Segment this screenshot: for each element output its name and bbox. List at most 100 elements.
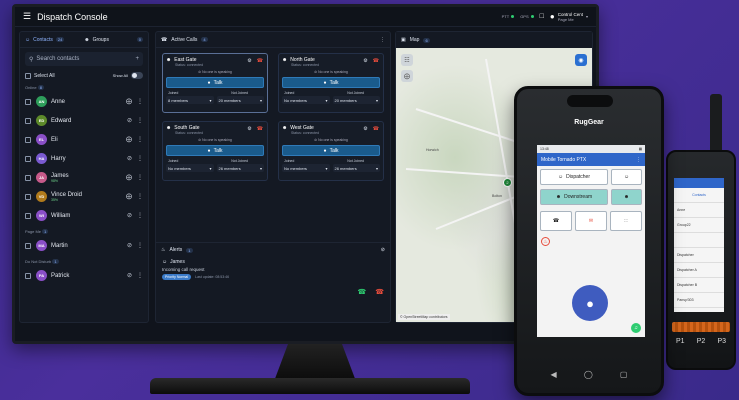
not-joined-members-select[interactable]: 26 members ▾ bbox=[216, 164, 264, 172]
end-call-icon[interactable]: ☎ bbox=[373, 58, 379, 64]
end-call-icon[interactable]: ☎ bbox=[373, 126, 379, 132]
radio-contact-row[interactable]: Dispatcher bbox=[674, 248, 724, 263]
clear-alerts-icon[interactable]: ⊘ bbox=[381, 247, 385, 253]
search-input[interactable]: ⚲ Search contacts + bbox=[25, 52, 143, 66]
chat-icon[interactable]: □ bbox=[540, 13, 544, 20]
call-card[interactable]: ☻ West Gate Status: connected ⚙ ☎ ⊘ No one is… bbox=[278, 121, 384, 181]
not-joined-members-select[interactable]: 26 members ▾ bbox=[332, 164, 380, 172]
keypad-button[interactable]: ∷ bbox=[610, 211, 642, 231]
call-card[interactable]: ☻ East Gate Status: connected ⚙ ☎ ⊘ No one is… bbox=[162, 53, 268, 113]
key-p3[interactable]: P3 bbox=[717, 338, 726, 345]
select-all-checkbox[interactable]: Select All bbox=[25, 72, 55, 79]
downstream-group-button[interactable]: ☻ bbox=[611, 189, 642, 205]
not-joined-members-select[interactable]: 20 members ▾ bbox=[332, 96, 380, 104]
joined-members-select[interactable]: No members ▾ bbox=[282, 96, 330, 104]
contact-checkbox[interactable] bbox=[25, 117, 31, 124]
home-icon[interactable]: ◯ bbox=[584, 370, 593, 379]
key-p1[interactable]: P1 bbox=[676, 338, 685, 345]
contact-row[interactable]: MA Martin ⊘ ⋮ bbox=[20, 236, 148, 255]
talk-button[interactable]: ● Talk bbox=[282, 77, 380, 88]
menu-icon[interactable]: ☰ bbox=[23, 11, 31, 22]
phone-more-icon[interactable]: ⋮ bbox=[636, 157, 641, 163]
contact-checkbox[interactable] bbox=[25, 174, 31, 181]
speaker-icon[interactable]: ♫ bbox=[631, 323, 641, 333]
contact-row[interactable]: WI William ⊘ ⋮ bbox=[20, 206, 148, 225]
location-icon[interactable]: ⨁ bbox=[126, 193, 132, 200]
back-icon[interactable]: ◀ bbox=[551, 370, 557, 379]
key-p2[interactable]: P2 bbox=[697, 338, 706, 345]
contact-row[interactable]: ED Edward ⊘ ⋮ bbox=[20, 111, 148, 130]
end-call-icon[interactable]: ☎ bbox=[257, 126, 263, 132]
contact-row[interactable]: HA Harry ⊘ ⋮ bbox=[20, 149, 148, 168]
more-icon[interactable]: ⋮ bbox=[137, 272, 143, 279]
add-contact-icon[interactable]: + bbox=[135, 56, 139, 62]
more-icon[interactable]: ⋮ bbox=[380, 37, 385, 43]
end-call-icon[interactable]: ☎ bbox=[257, 58, 263, 64]
show-all-toggle[interactable]: Show All bbox=[113, 72, 143, 79]
dispatcher-contact-button[interactable]: ☺ bbox=[611, 169, 642, 185]
call-log-button[interactable]: ☎ bbox=[540, 211, 572, 231]
location-icon[interactable]: ⨁ bbox=[126, 136, 132, 143]
messages-button[interactable]: ✉ bbox=[575, 211, 607, 231]
user-menu[interactable]: ● Control Cent Page Me ▾ bbox=[550, 12, 588, 22]
contact-checkbox[interactable] bbox=[25, 136, 31, 143]
radio-contact-row[interactable]: Group22 bbox=[674, 218, 724, 233]
more-icon[interactable]: ⋮ bbox=[137, 117, 143, 124]
dispatcher-button[interactable]: ☺ Dispatcher bbox=[540, 169, 608, 185]
tab-groups[interactable]: ☻ Groups bbox=[84, 37, 109, 43]
talk-button[interactable]: ● Talk bbox=[282, 145, 380, 156]
call-card[interactable]: ☻ North Gate Status: connected ⚙ ☎ ⊘ No one i… bbox=[278, 53, 384, 113]
radio-contact-row[interactable]: Dispatcher B bbox=[674, 278, 724, 293]
more-icon[interactable]: ⋮ bbox=[137, 193, 143, 200]
ptt-mic-button[interactable]: ● bbox=[572, 285, 608, 321]
talk-button[interactable]: ● Talk bbox=[166, 77, 264, 88]
radio-contact-row[interactable]: Anne bbox=[674, 203, 724, 218]
contact-row[interactable]: PA Patrick ⊘ ⋮ bbox=[20, 266, 148, 285]
map-locate-button[interactable]: ⨁ bbox=[401, 70, 413, 82]
tab-contacts[interactable]: ☺ Contacts 24 bbox=[25, 37, 65, 43]
more-icon[interactable]: ⋮ bbox=[137, 155, 143, 162]
contact-checkbox[interactable] bbox=[25, 98, 31, 105]
contact-checkbox[interactable] bbox=[25, 242, 31, 249]
radio-tab-contacts[interactable]: Contacts bbox=[674, 188, 724, 203]
radio-contact-row[interactable]: Pansy/303 bbox=[674, 293, 724, 308]
contact-checkbox[interactable] bbox=[25, 212, 31, 219]
joined-members-select[interactable]: No members ▾ bbox=[282, 164, 330, 172]
not-joined-members-select[interactable]: 20 members ▾ bbox=[216, 96, 264, 104]
reject-call-icon[interactable]: ☎ bbox=[375, 288, 384, 296]
contact-row[interactable]: JA James 98% ⨁ ⋮ bbox=[20, 168, 148, 187]
contact-checkbox[interactable] bbox=[25, 155, 31, 162]
alert-bell-icon[interactable]: ♨ bbox=[541, 237, 550, 246]
map-marker[interactable]: 2 bbox=[503, 178, 512, 187]
map-pin-button[interactable]: ◉ bbox=[575, 54, 587, 66]
active-calls-title: Active Calls bbox=[171, 36, 198, 43]
settings-icon[interactable]: ⚙ bbox=[247, 126, 251, 132]
settings-icon[interactable]: ⚙ bbox=[363, 58, 367, 64]
joined-members-select[interactable]: 8 members ▾ bbox=[166, 96, 214, 104]
settings-icon[interactable]: ⚙ bbox=[363, 126, 367, 132]
joined-members-select[interactable]: No members ▾ bbox=[166, 164, 214, 172]
radio-contact-row[interactable] bbox=[674, 233, 724, 248]
contact-row[interactable]: VD Vince Droid 35% ⨁ ⋮ bbox=[20, 187, 148, 206]
contact-checkbox[interactable] bbox=[25, 272, 31, 279]
radio-contact-row[interactable]: Pansy/303 bbox=[674, 308, 724, 312]
more-icon[interactable]: ⋮ bbox=[137, 212, 143, 219]
accept-call-icon[interactable]: ☎ bbox=[358, 288, 367, 296]
talk-button[interactable]: ● Talk bbox=[166, 145, 264, 156]
more-icon[interactable]: ⋮ bbox=[137, 98, 143, 105]
more-icon[interactable]: ⋮ bbox=[137, 174, 143, 181]
contact-row[interactable]: EL Eli ⨁ ⋮ bbox=[20, 130, 148, 149]
alert-item[interactable]: ☺ James Incoming call request Priority No… bbox=[162, 259, 384, 296]
recents-icon[interactable]: ▢ bbox=[620, 370, 628, 379]
map-layers-button[interactable]: ☷ bbox=[401, 54, 413, 66]
contact-checkbox[interactable] bbox=[25, 193, 31, 200]
more-icon[interactable]: ⋮ bbox=[137, 242, 143, 249]
location-icon[interactable]: ⨁ bbox=[126, 98, 132, 105]
radio-contact-row[interactable]: Dispatcher A bbox=[674, 263, 724, 278]
contact-row[interactable]: AN Anne ⨁ ⋮ bbox=[20, 92, 148, 111]
more-icon[interactable]: ⋮ bbox=[137, 136, 143, 143]
settings-icon[interactable]: ⚙ bbox=[247, 58, 251, 64]
call-card[interactable]: ☻ South Gate Status: connected ⚙ ☎ ⊘ No one i… bbox=[162, 121, 268, 181]
downstream-button[interactable]: ☻ Downstream bbox=[540, 189, 608, 205]
location-icon[interactable]: ⨁ bbox=[126, 174, 132, 181]
